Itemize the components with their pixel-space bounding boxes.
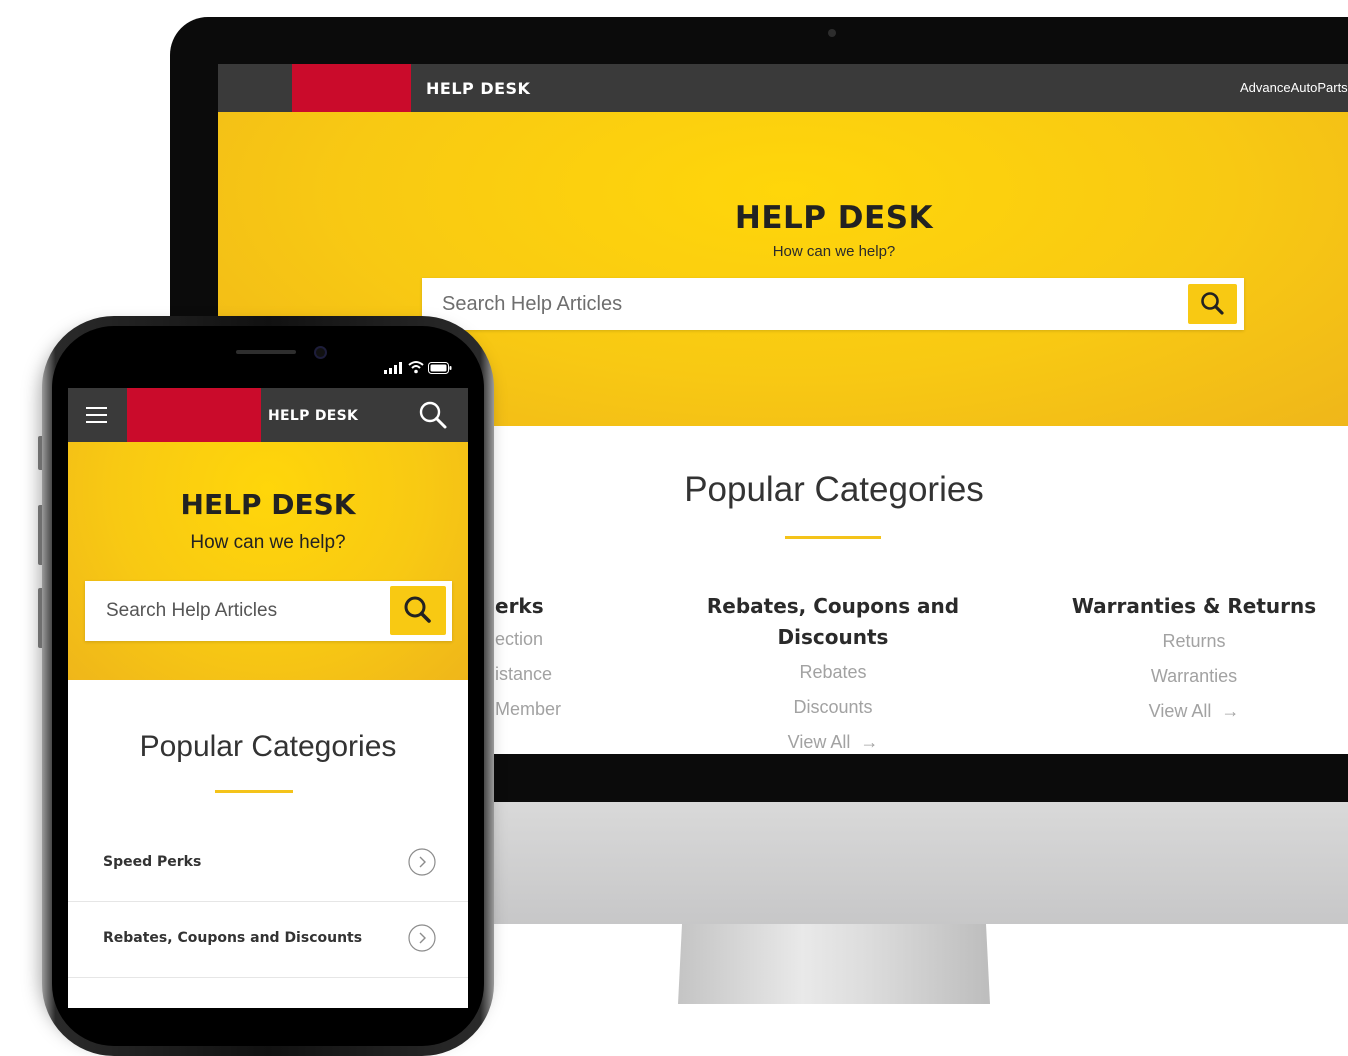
view-all-label: View All: [1148, 701, 1212, 721]
heading-underline: [785, 536, 881, 539]
wifi-icon: [408, 361, 424, 374]
category-column-rebates: Rebates, Coupons and Discounts Rebates D…: [653, 591, 1013, 754]
phone-speaker: [236, 350, 296, 354]
view-all-link[interactable]: View All →: [1044, 694, 1344, 729]
search-bar: [422, 278, 1244, 330]
signal-icon: [384, 362, 402, 374]
navbar-title: HELP DESK: [268, 408, 359, 424]
search-icon: [404, 596, 431, 623]
search-icon: [1201, 292, 1224, 315]
arrow-right-icon: →: [860, 732, 879, 752]
search-input[interactable]: [85, 581, 406, 641]
search-input[interactable]: [422, 278, 1202, 330]
category-title[interactable]: Warranties & Returns: [1044, 591, 1344, 622]
search-icon[interactable]: [418, 400, 448, 430]
popular-categories-heading: Popular Categories: [139, 730, 397, 763]
navbar-title: HELP DESK: [426, 79, 531, 98]
view-all-link[interactable]: View All →: [653, 725, 1013, 754]
category-link[interactable]: Rebates: [653, 655, 1013, 690]
hero-subtitle: How can we help?: [190, 532, 346, 553]
brand-logo[interactable]: [292, 64, 411, 112]
category-row-label: Rebates, Coupons and Discounts: [103, 930, 363, 946]
arrow-right-icon: →: [1221, 701, 1240, 721]
phone-camera: [316, 348, 325, 357]
category-link[interactable]: Returns: [1044, 624, 1344, 659]
status-bar: [380, 358, 460, 378]
monitor-camera: [828, 29, 836, 37]
category-column-warranties: Warranties & Returns Returns Warranties …: [1044, 591, 1344, 729]
category-link[interactable]: Discounts: [653, 690, 1013, 725]
view-all-label: View All: [787, 732, 851, 752]
hero-subtitle: How can we help?: [772, 243, 896, 260]
category-row[interactable]: Rebates, Coupons and Discounts: [68, 901, 468, 978]
heading-underline: [215, 790, 293, 793]
hero-title: HELP DESK: [734, 200, 934, 236]
search-button[interactable]: [1188, 284, 1237, 324]
mobile-screen: HELP DESK HELP DESK How can we help? Pop…: [68, 388, 468, 1008]
category-link[interactable]: Warranties: [1044, 659, 1344, 694]
category-row-label: Speed Perks: [103, 854, 202, 870]
chevron-right-icon: [408, 924, 436, 952]
search-bar: [85, 581, 452, 641]
battery-icon: [428, 362, 452, 374]
hero-title: HELP DESK: [180, 488, 356, 521]
category-row[interactable]: Speed Perks: [68, 825, 468, 902]
monitor-stand: [678, 924, 990, 1004]
category-title[interactable]: Rebates, Coupons and Discounts: [653, 591, 1013, 653]
account-link[interactable]: AdvanceAutoParts: [1240, 80, 1348, 95]
brand-logo[interactable]: [127, 388, 261, 442]
hero-banner: [68, 442, 468, 680]
search-button[interactable]: [390, 586, 446, 635]
hamburger-menu-icon[interactable]: [86, 407, 107, 423]
chevron-right-icon: [408, 848, 436, 876]
